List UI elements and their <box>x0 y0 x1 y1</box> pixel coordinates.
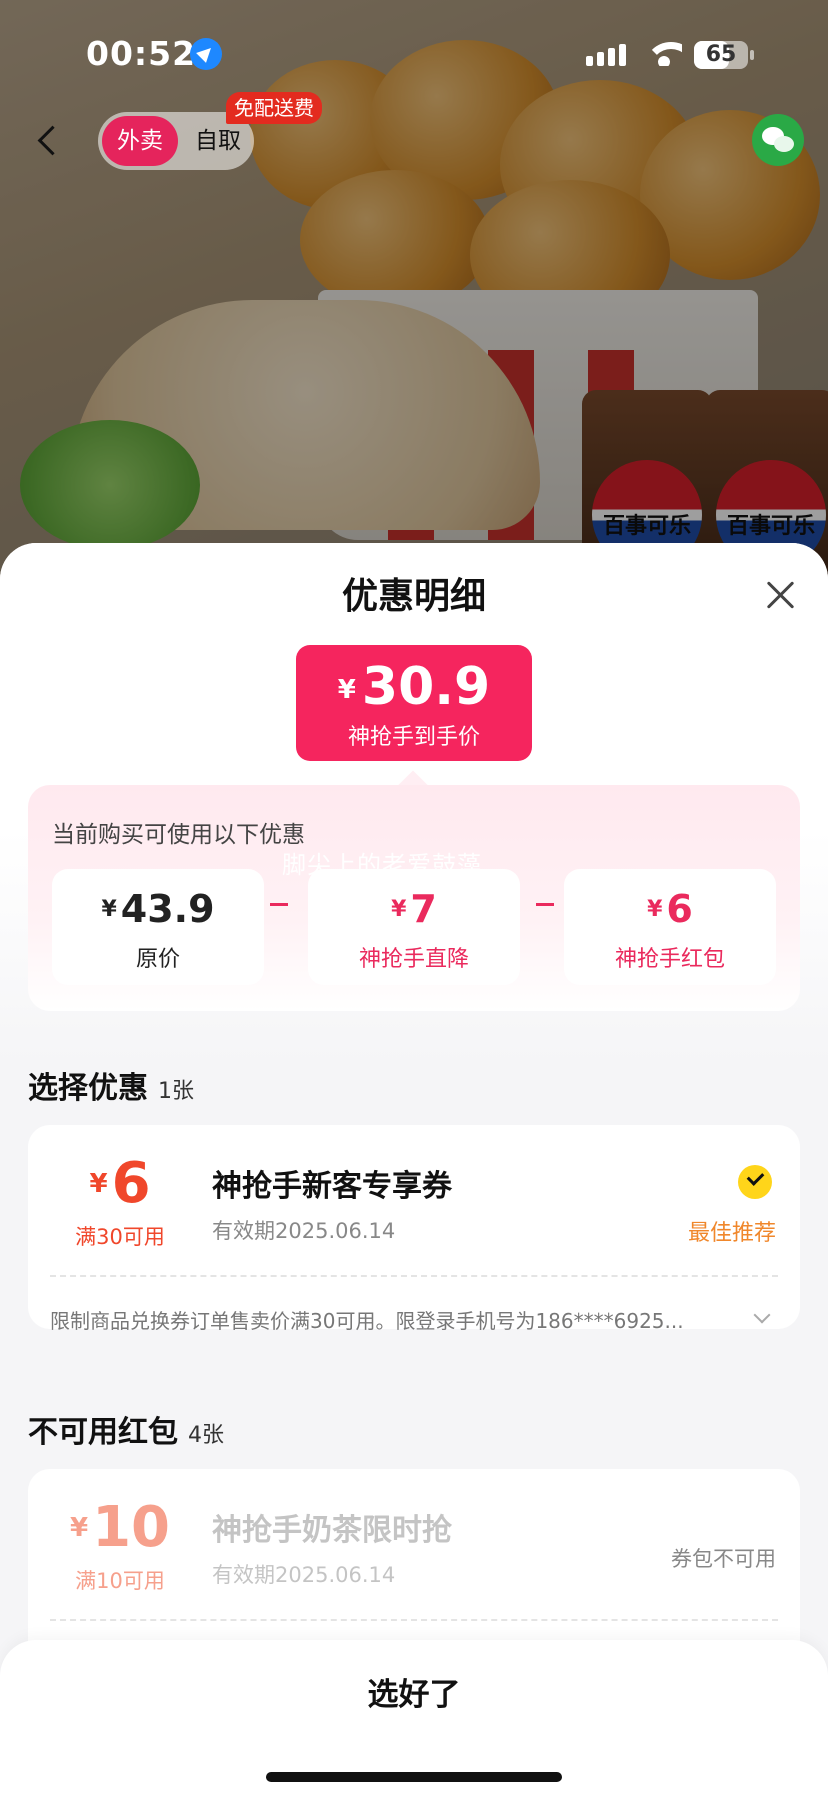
coupon-expiry: 有效期2025.06.14 <box>212 1219 396 1243</box>
confirm-button[interactable]: 选好了 <box>0 1640 828 1750</box>
close-icon[interactable] <box>760 575 800 615</box>
coupon-amount: 6 <box>111 1151 151 1216</box>
direct-discount-chip: ¥7 神抢手直降 <box>308 869 520 985</box>
battery-icon: 65 <box>694 41 748 69</box>
sheet-title: 优惠明细 <box>341 576 486 617</box>
unavailable-heading: 不可用红包 4张 <box>28 1407 224 1451</box>
status-bar: 00:52 65 <box>0 0 828 110</box>
discount-breakdown: 当前购买可使用以下优惠 脚尖上的老爱鼓藻 ¥43.9 原价 ¥7 神抢手直降 ¥… <box>28 785 800 1011</box>
chip-label: 原价 <box>135 947 180 972</box>
coupon-currency: ¥ <box>89 1169 108 1199</box>
tab-delivery[interactable]: 外卖 <box>102 116 178 166</box>
section-count: 4张 <box>188 1423 224 1448</box>
wifi-icon <box>646 40 682 66</box>
final-price-currency: ¥ <box>337 675 356 705</box>
chip-value: 6 <box>666 887 693 931</box>
chip-label: 神抢手红包 <box>614 947 725 972</box>
best-recommend-label: 最佳推荐 <box>687 1221 776 1246</box>
battery-level: 65 <box>705 42 737 67</box>
bottom-action-bar: 选好了 <box>0 1640 828 1795</box>
chip-currency: ¥ <box>101 897 117 922</box>
selected-check-icon[interactable] <box>738 1165 772 1199</box>
chip-currency: ¥ <box>391 897 407 922</box>
wechat-share-icon[interactable] <box>752 114 804 166</box>
free-delivery-badge: 免配送费 <box>226 92 322 124</box>
red-packet-chip: ¥6 神抢手红包 <box>564 869 776 985</box>
coupon-name: 神抢手新客专享券 <box>212 1169 452 1204</box>
coupon-expiry: 有效期2025.06.14 <box>212 1563 396 1587</box>
cellular-signal-icon <box>586 44 626 66</box>
section-count: 1张 <box>158 1079 194 1104</box>
coupon-amount: 10 <box>92 1495 171 1560</box>
final-price-label: 神抢手到手价 <box>347 725 480 750</box>
selected-coupon-card[interactable]: ¥6 满30可用 神抢手新客专享券 有效期2025.06.14 最佳推荐 限制商… <box>28 1125 800 1333</box>
minus-sign <box>536 903 554 906</box>
choose-discount-heading: 选择优惠 1张 <box>28 1063 194 1107</box>
chevron-down-icon[interactable] <box>753 1306 771 1324</box>
status-time: 00:52 <box>86 34 197 73</box>
section-title: 不可用红包 <box>28 1415 178 1450</box>
chip-label: 神抢手直降 <box>358 947 469 972</box>
home-indicator <box>266 1772 562 1782</box>
coupon-condition: 满10可用 <box>75 1569 165 1593</box>
discount-detail-sheet: 优惠明细 ¥30.9 神抢手到手价 当前购买可使用以下优惠 脚尖上的老爱鼓藻 ¥… <box>0 543 828 1795</box>
chip-value: 7 <box>410 887 437 931</box>
minus-sign <box>270 903 288 906</box>
coupon-condition: 满30可用 <box>75 1225 165 1249</box>
coupon-unavailable-status: 券包不可用 <box>671 1547 776 1571</box>
chip-currency: ¥ <box>647 897 663 922</box>
chip-value: 43.9 <box>120 887 215 931</box>
original-price-chip: ¥43.9 原价 <box>52 869 264 985</box>
breakdown-hint: 当前购买可使用以下优惠 <box>52 822 305 848</box>
coupon-restriction-text: 限制商品兑换券订单售卖价满30可用。限登录手机号为186****6925... <box>50 1309 684 1333</box>
coupon-name: 神抢手奶茶限时抢 <box>212 1513 452 1548</box>
final-price-badge: ¥30.9 神抢手到手价 <box>296 645 532 761</box>
final-price-value: 30.9 <box>361 657 491 717</box>
coupon-currency: ¥ <box>69 1513 89 1543</box>
location-arrow-icon <box>190 38 222 70</box>
back-button[interactable] <box>28 118 72 162</box>
section-title: 选择优惠 <box>28 1071 148 1106</box>
